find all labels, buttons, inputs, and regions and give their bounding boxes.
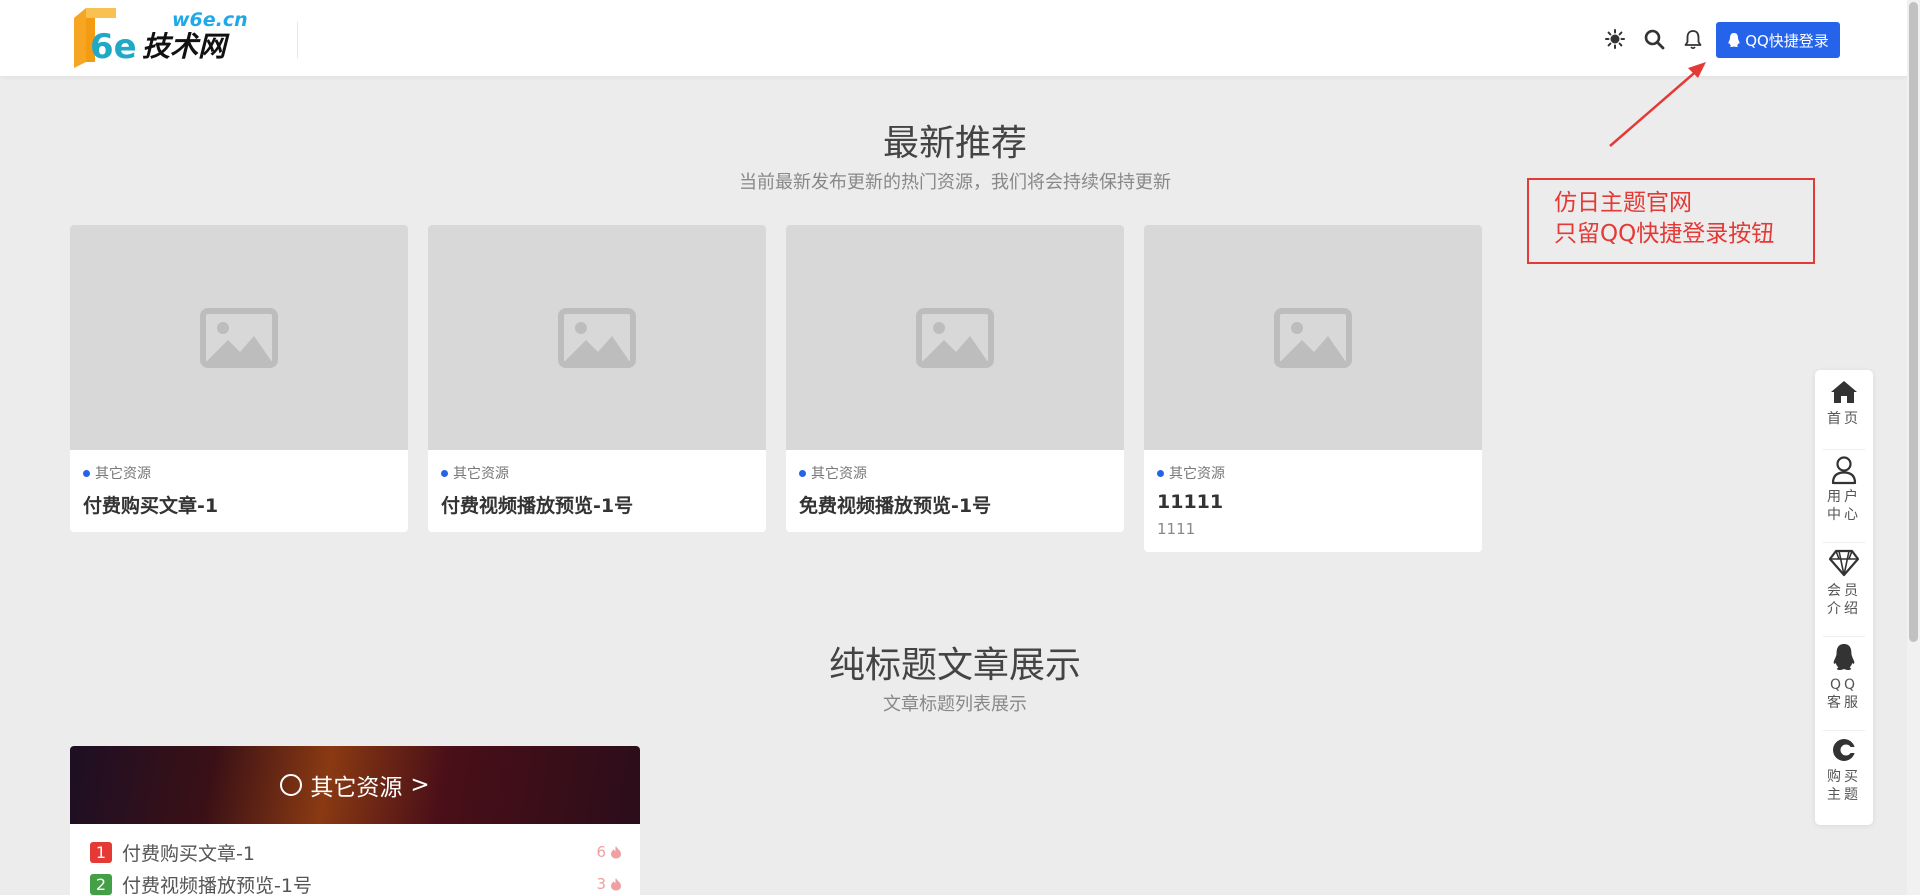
logo-brand-suffix: 技术网 xyxy=(142,30,230,63)
card-category[interactable]: 其它资源 xyxy=(441,463,753,483)
card-title[interactable]: 付费视频播放预览-1号 xyxy=(441,491,753,518)
list-item[interactable]: 2 付费视频播放预览-1号 3 xyxy=(90,870,622,895)
sidebar-label: 首页 xyxy=(1827,411,1861,427)
sidebar-item-buy-theme[interactable]: 购买主题 xyxy=(1815,736,1873,804)
diamond-icon xyxy=(1828,549,1860,577)
post-card[interactable]: 其它资源 付费购买文章-1 xyxy=(70,225,408,532)
logo-domain: w6e.cn xyxy=(172,9,248,31)
floating-sidebar: 首页 用户中心 会员介绍 QQ客服 购买主题 xyxy=(1815,370,1873,825)
cart-icon xyxy=(1833,739,1858,761)
post-card[interactable]: 其它资源 免费视频播放预览-1号 xyxy=(786,225,1124,532)
sidebar-item-home[interactable]: 首页 xyxy=(1815,378,1873,428)
card-thumbnail xyxy=(428,225,766,450)
card-category[interactable]: 其它资源 xyxy=(1157,463,1469,483)
sidebar-divider xyxy=(1823,449,1865,450)
card-title[interactable]: 11111 xyxy=(1157,491,1469,513)
card-thumbnail xyxy=(786,225,1124,450)
image-placeholder-icon xyxy=(1274,307,1352,368)
image-placeholder-icon xyxy=(200,307,278,368)
title-list-section-subtitle: 文章标题列表展示 xyxy=(883,694,1027,715)
page-scrollbar[interactable] xyxy=(1907,0,1920,895)
image-placeholder-icon xyxy=(916,307,994,368)
card-category[interactable]: 其它资源 xyxy=(799,463,1111,483)
sidebar-label: 购买主题 xyxy=(1827,769,1861,803)
sidebar-label: QQ客服 xyxy=(1827,677,1861,711)
latest-section-subtitle: 当前最新发布更新的热门资源，我们将会持续保持更新 xyxy=(739,172,1171,193)
sidebar-item-membership[interactable]: 会员介绍 xyxy=(1815,548,1873,618)
logo-brand-main: 6e xyxy=(90,27,137,67)
sidebar-divider xyxy=(1823,730,1865,731)
rank-badge: 2 xyxy=(90,873,112,895)
sidebar-label: 用户中心 xyxy=(1827,489,1861,523)
user-icon xyxy=(1831,456,1857,485)
card-thumbnail xyxy=(70,225,408,450)
sidebar-divider xyxy=(1823,542,1865,543)
qq-icon xyxy=(1728,33,1740,47)
image-placeholder-icon xyxy=(558,307,636,368)
sidebar-item-qq-service[interactable]: QQ客服 xyxy=(1815,642,1873,712)
qq-icon xyxy=(1833,644,1855,670)
theme-icon[interactable] xyxy=(1603,27,1627,51)
home-icon xyxy=(1831,381,1857,403)
card-title[interactable]: 免费视频播放预览-1号 xyxy=(799,491,1111,518)
rank-badge: 1 xyxy=(90,841,112,863)
search-icon[interactable] xyxy=(1642,27,1666,51)
category-list-header[interactable]: 其它资源 > xyxy=(70,746,640,824)
circle-icon xyxy=(280,774,303,796)
bell-icon[interactable] xyxy=(1681,27,1705,51)
site-logo[interactable]: 6e 技术网 w6e.cn xyxy=(72,6,257,70)
card-title[interactable]: 付费购买文章-1 xyxy=(83,491,395,518)
qq-login-button[interactable]: QQ快捷登录 xyxy=(1716,22,1840,58)
list-item-title[interactable]: 付费购买文章-1 xyxy=(122,839,255,866)
post-card[interactable]: 其它资源 11111 1111 xyxy=(1144,225,1482,552)
site-header: 6e 技术网 w6e.cn QQ快捷登录 xyxy=(0,0,1920,76)
logo-divider xyxy=(297,22,298,58)
chevron-right-icon: > xyxy=(410,772,430,798)
fire-icon xyxy=(611,878,621,891)
sidebar-divider xyxy=(1823,636,1865,637)
fire-icon xyxy=(611,846,621,859)
qq-login-label: QQ快捷登录 xyxy=(1745,31,1829,50)
card-description: 1111 xyxy=(1157,520,1196,538)
latest-section-title: 最新推荐 xyxy=(882,123,1027,164)
annotation-line-2: 只留QQ快捷登录按钮 xyxy=(1554,221,1775,247)
list-item-title[interactable]: 付费视频播放预览-1号 xyxy=(122,871,312,895)
card-thumbnail xyxy=(1144,225,1482,450)
category-list-title: 其它资源 xyxy=(310,775,403,801)
sidebar-label: 会员介绍 xyxy=(1827,583,1861,617)
hot-count: 3 xyxy=(596,875,622,893)
title-list-section-title: 纯标题文章展示 xyxy=(828,645,1081,686)
hot-count: 6 xyxy=(596,843,622,861)
category-list-block: 其它资源 > 1 付费购买文章-1 6 2 付费视频播放预览-1号 3 xyxy=(70,746,640,895)
sidebar-item-user-center[interactable]: 用户中心 xyxy=(1815,454,1873,524)
scrollbar-thumb[interactable] xyxy=(1909,2,1918,642)
card-category[interactable]: 其它资源 xyxy=(83,463,395,483)
list-item[interactable]: 1 付费购买文章-1 6 xyxy=(90,838,622,866)
post-card[interactable]: 其它资源 付费视频播放预览-1号 xyxy=(428,225,766,532)
